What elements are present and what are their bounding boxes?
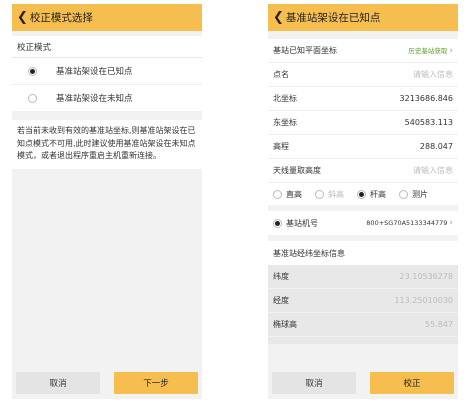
option-known-point[interactable]: 基准站架设在已知点	[12, 58, 202, 85]
height-option-label: 测片	[412, 189, 428, 199]
cancel-button[interactable]: 取消	[16, 372, 100, 394]
height-option-vertical[interactable]: 直高	[273, 189, 302, 200]
north-label: 北坐标	[273, 94, 297, 103]
station-id-row[interactable]: 基站机号 800+SG70A5133344779 ›	[268, 211, 458, 235]
radio-disabled-icon[interactable]	[315, 189, 324, 199]
left-page-title: 校正模式选择	[29, 12, 93, 24]
cancel-button[interactable]: 取消	[272, 372, 356, 394]
right-bottom-bar: 取消 校正	[268, 367, 458, 399]
right-page-title: 基准站架设在已知点	[285, 12, 381, 24]
north-value[interactable]: 3213686.846	[400, 94, 453, 103]
left-bottom-bar: 取消 下一步	[12, 367, 202, 399]
mode-section-label: 校正模式	[12, 36, 202, 58]
option-unknown-point[interactable]: 基准站架设在未知点	[12, 85, 202, 112]
longitude-value: 113.25010030	[394, 296, 453, 305]
mode-help-note: 若当前未收到有效的基准站坐标,则基准站架设在已知点模式不可用,此时建议使用基准站…	[12, 120, 202, 169]
option-unknown-point-label: 基准站架设在未知点	[56, 94, 133, 104]
ellipsoid-height-row: 椭球高 55.847	[268, 313, 458, 337]
east-row: 东坐标 540583.113	[268, 111, 458, 135]
calibrate-button[interactable]: 校正	[370, 372, 454, 394]
latitude-label: 纬度	[273, 272, 289, 281]
antenna-height-row[interactable]: 天线量取高度 请输入信息	[268, 159, 458, 183]
chevron-right-icon: ›	[449, 218, 453, 228]
radio-unselected-icon[interactable]	[399, 189, 408, 199]
latlon-info-header: 基准站经纬坐标信息	[268, 241, 458, 265]
point-name-label: 点名	[273, 70, 289, 79]
station-id-value: 800+SG70A5133344779	[366, 219, 448, 227]
antenna-height-label: 天线量取高度	[273, 166, 321, 175]
plane-coord-row[interactable]: 基站已知平面坐标 历史基站获取 ›	[268, 39, 458, 63]
ellipsoid-height-label: 椭球高	[273, 320, 297, 329]
partial-row	[268, 337, 458, 345]
elevation-row: 高程 288.047	[268, 135, 458, 159]
history-station-link[interactable]: 历史基站获取	[408, 47, 447, 55]
east-label: 东坐标	[273, 118, 297, 127]
back-chevron-icon[interactable]: ❮	[273, 11, 284, 24]
radio-unselected-icon[interactable]	[273, 189, 282, 199]
height-option-pole[interactable]: 杆高	[357, 189, 386, 200]
height-option-label: 杆高	[370, 189, 386, 199]
radio-selected-icon[interactable]	[273, 218, 282, 228]
left-screen-mode-select: ❮ 校正模式选择 校正模式 基准站架设在已知点 基准站架设在未知点 若当前未收到…	[12, 4, 202, 399]
east-value[interactable]: 540583.113	[405, 118, 453, 127]
longitude-row: 经度 113.25010030	[268, 289, 458, 313]
antenna-height-input[interactable]: 请输入信息	[413, 165, 453, 176]
elevation-label: 高程	[273, 142, 289, 151]
point-name-input[interactable]: 请输入信息	[413, 69, 453, 80]
right-screen-known-point: ❮ 基准站架设在已知点 基站已知平面坐标 历史基站获取 › 点名 请输入信息 北坐…	[268, 4, 458, 399]
point-name-row[interactable]: 点名 请输入信息	[268, 63, 458, 87]
height-type-options: 直高 斜高 杆高 测片	[268, 183, 458, 205]
longitude-label: 经度	[273, 296, 289, 305]
back-chevron-icon[interactable]: ❮	[17, 11, 28, 24]
north-row: 北坐标 3213686.846	[268, 87, 458, 111]
radio-selected-icon[interactable]	[28, 66, 37, 76]
radio-unselected-icon[interactable]	[28, 93, 37, 103]
plane-coord-label: 基站已知平面坐标	[273, 46, 337, 55]
height-option-label: 斜高	[328, 189, 344, 199]
elevation-value[interactable]: 288.047	[420, 142, 453, 151]
ellipsoid-height-value: 55.847	[425, 320, 453, 329]
latitude-row: 纬度 23.10536278	[268, 265, 458, 289]
option-known-point-label: 基准站架设在已知点	[56, 67, 133, 77]
next-step-button[interactable]: 下一步	[114, 372, 198, 394]
station-id-label: 基站机号	[286, 218, 318, 228]
known-point-form: 基站已知平面坐标 历史基站获取 › 点名 请输入信息 北坐标 3213686.84…	[268, 39, 458, 205]
chevron-right-icon: ›	[449, 46, 453, 56]
height-option-label: 直高	[286, 189, 302, 199]
height-option-slant[interactable]: 斜高	[315, 189, 344, 200]
right-title-bar: ❮ 基准站架设在已知点	[268, 4, 458, 31]
latitude-value: 23.10536278	[399, 272, 453, 281]
radio-selected-icon[interactable]	[357, 189, 366, 199]
left-title-bar: ❮ 校正模式选择	[12, 4, 202, 31]
height-option-plate[interactable]: 测片	[399, 189, 428, 200]
